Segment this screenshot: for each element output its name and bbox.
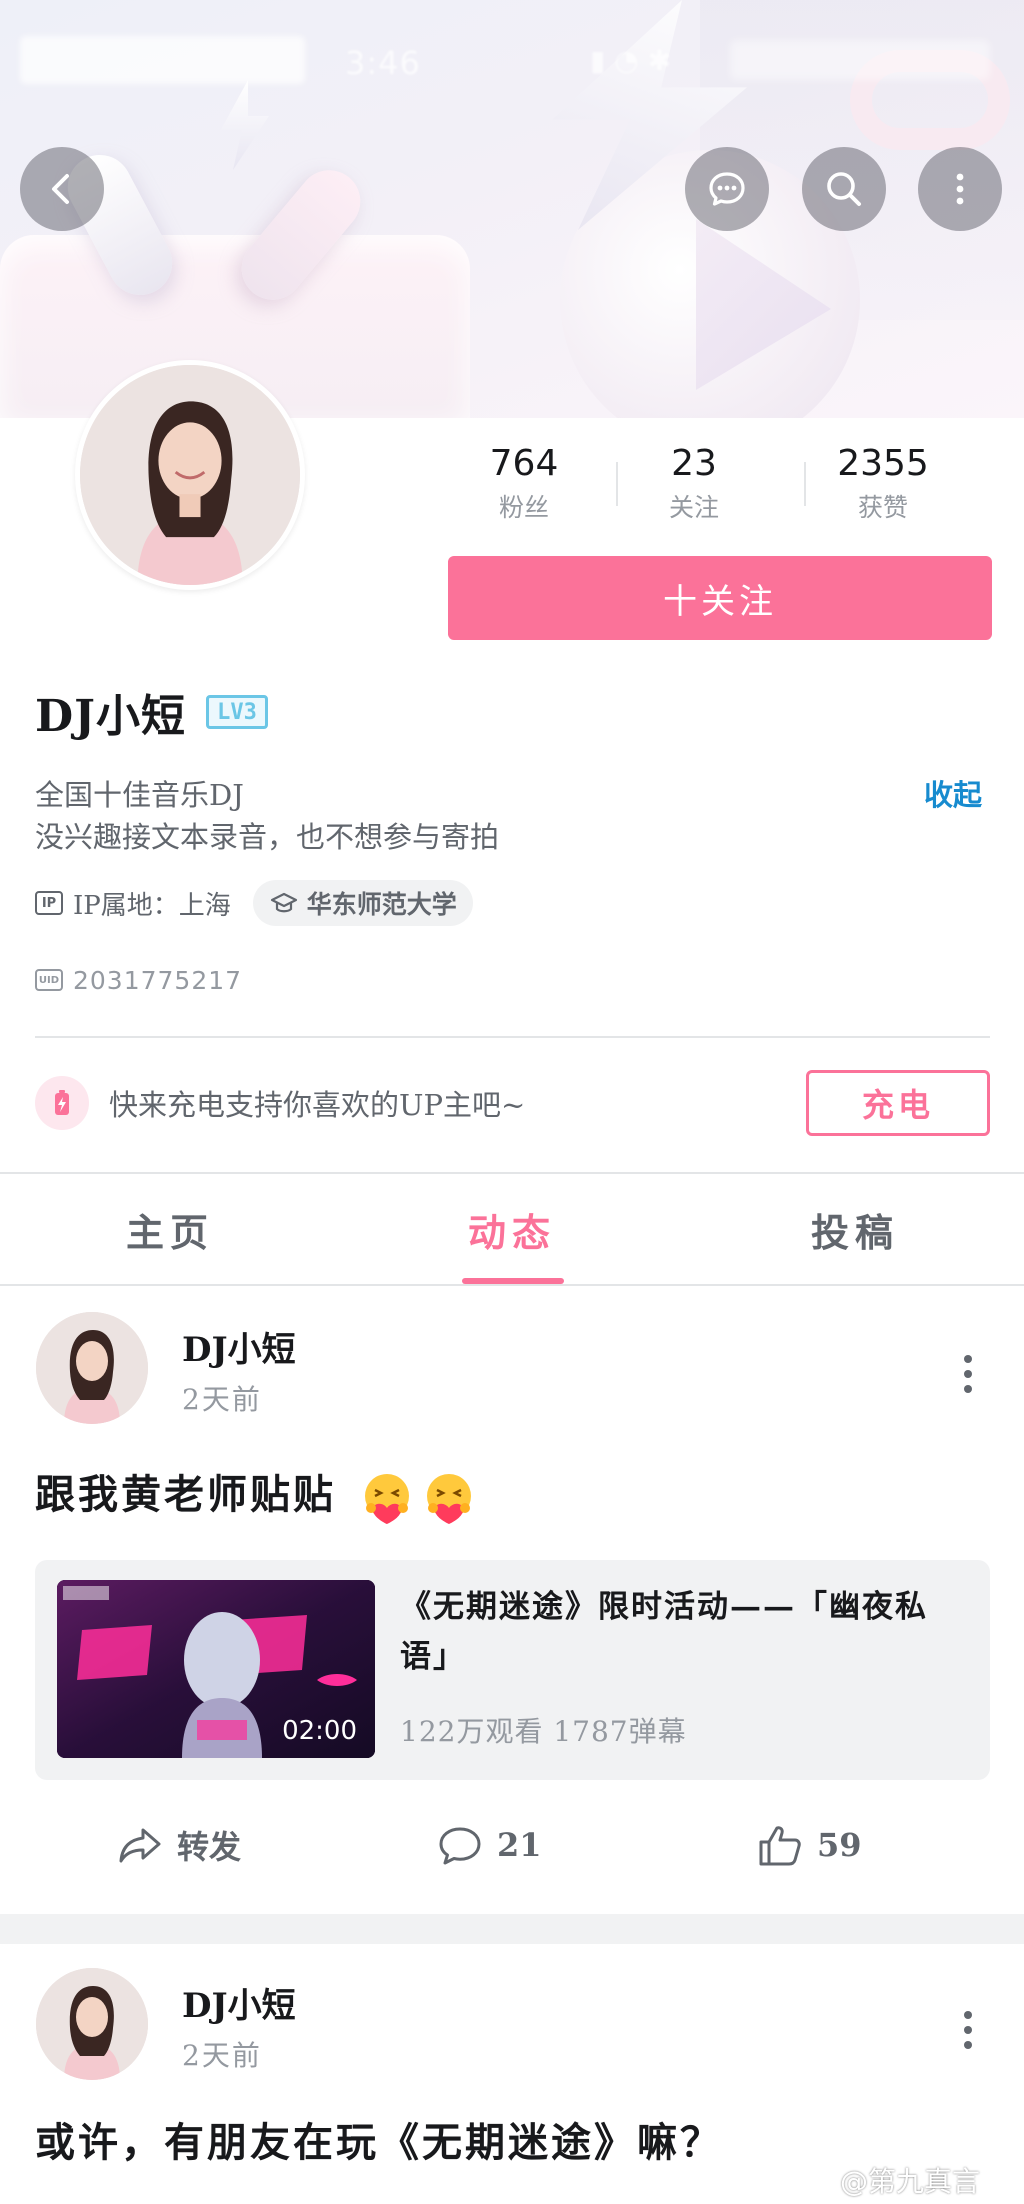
post-more-button[interactable] <box>948 1344 988 1404</box>
post-time: 2天前 <box>182 2039 262 2072</box>
chevron-left-icon <box>52 174 69 204</box>
status-time: 3:46 <box>345 44 421 82</box>
dot <box>964 1355 972 1363</box>
back-button[interactable] <box>20 147 104 231</box>
ip-location: IP属地：上海 <box>73 890 231 921</box>
school-name: 华东师范大学 <box>306 890 457 919</box>
stat-divider <box>804 462 806 506</box>
profile-avatar[interactable] <box>75 360 305 590</box>
school-tag[interactable]: 华东师范大学 <box>252 880 473 926</box>
post-more-button[interactable] <box>948 2000 988 2060</box>
avatar-image <box>80 365 300 585</box>
status-blurred-area <box>20 36 305 84</box>
post-author-avatar[interactable] <box>36 1312 148 1424</box>
status-bar: 3:46 ▮ ◔ ✱ <box>0 0 1024 130</box>
post-text-content: 跟我黄老师贴贴 <box>35 1471 336 1518</box>
thumbs-up-icon <box>759 1826 801 1866</box>
post-author-name[interactable]: DJ小短 <box>182 1322 296 1371</box>
chat-bubble-icon <box>709 172 745 206</box>
charge-row: 快来充电支持你喜欢的UP主吧~ 充电 <box>35 1068 990 1138</box>
post-author-name[interactable]: DJ小短 <box>182 1978 296 2027</box>
like-count: 59 <box>817 1826 862 1864</box>
video-duration: 02:00 <box>282 1716 357 1746</box>
following-label: 关注 <box>668 493 719 522</box>
tab-dynamics[interactable]: 动态 <box>412 1174 612 1284</box>
fans-label: 粉丝 <box>498 493 549 522</box>
tab-uploads[interactable]: 投稿 <box>755 1174 955 1284</box>
fans-count: 764 <box>489 443 559 484</box>
post-author-avatar[interactable] <box>36 1968 148 2080</box>
dot <box>964 1370 972 1378</box>
video-thumbnail[interactable]: 02:00 <box>57 1580 375 1758</box>
comment-icon <box>439 1827 481 1865</box>
following-stat[interactable]: 23 关注 <box>600 440 788 540</box>
divider <box>0 1284 1024 1286</box>
status-icons: ▮ ◔ ✱ <box>590 44 672 77</box>
profile-bio: 全国十佳音乐DJ 没兴趣接文本录音，也不想参与寄拍 <box>35 774 855 858</box>
name-row: DJ小短 LV3 <box>35 682 268 742</box>
uid-row[interactable]: UID 2031775217 <box>35 962 242 998</box>
profile-stats: 764 粉丝 23 关注 2355 获赞 <box>448 440 992 540</box>
profile-tabs: 主页 动态 投稿 <box>0 1174 1024 1284</box>
post-actions: 转发 21 59 <box>0 1810 1024 1880</box>
section-gap <box>0 1914 1024 1944</box>
comment-count: 21 <box>497 1826 542 1864</box>
ip-icon: IP <box>35 891 63 915</box>
share-arrow-icon <box>119 1828 161 1863</box>
charge-button[interactable]: 充电 <box>806 1070 990 1136</box>
dot <box>964 1385 972 1393</box>
divider <box>35 1036 990 1038</box>
avatar-image <box>36 1312 148 1424</box>
follow-button[interactable]: 十关注 <box>448 556 992 640</box>
more-options-button[interactable] <box>918 147 1002 231</box>
charge-prompt: 快来充电支持你喜欢的UP主吧~ <box>109 1088 526 1122</box>
graduation-cap-icon <box>270 892 297 913</box>
likes-stat[interactable]: 2355 获赞 <box>788 440 978 540</box>
search-button[interactable] <box>802 147 886 231</box>
post-time: 2天前 <box>182 1383 262 1416</box>
uid-icon: UID <box>35 969 63 991</box>
repost-label: 转发 <box>177 1828 242 1866</box>
video-card[interactable]: 02:00 《无期迷途》限时活动——「幽夜私语」 122万观看 1787弹幕 <box>35 1560 990 1780</box>
like-button[interactable]: 59 <box>755 1810 862 1880</box>
watermark: @第九真言 <box>840 2165 981 2198</box>
video-title[interactable]: 《无期迷途》限时活动——「幽夜私语」 <box>400 1582 970 1682</box>
battery-charge-icon <box>35 1076 89 1130</box>
meta-row: IP IP属地：上海 华东师范大学 <box>35 880 473 926</box>
likes-count: 2355 <box>837 443 929 484</box>
bio-line: 没兴趣接文本录音，也不想参与寄拍 <box>35 820 500 854</box>
avatar-image <box>36 1968 148 2080</box>
likes-label: 获赞 <box>857 493 908 522</box>
dot <box>964 2011 972 2019</box>
hugging-face-emoji-icon <box>364 1474 409 1524</box>
video-stats: 122万观看 1787弹幕 <box>400 1715 687 1748</box>
more-vertical-icon <box>956 173 964 205</box>
hugging-face-emoji-icon <box>426 1474 471 1524</box>
comment-button[interactable]: 21 <box>435 1810 542 1880</box>
following-count: 23 <box>671 443 717 484</box>
dot <box>964 2026 972 2034</box>
dot <box>964 2041 972 2049</box>
stat-divider <box>616 462 618 506</box>
search-icon <box>827 172 861 206</box>
bio-line: 全国十佳音乐DJ <box>35 778 244 812</box>
fans-stat[interactable]: 764 粉丝 <box>448 440 600 540</box>
collapse-link[interactable]: 收起 <box>924 774 982 816</box>
repost-button[interactable]: 转发 <box>115 1810 241 1880</box>
username: DJ小短 <box>35 691 186 742</box>
uid-value: 2031775217 <box>73 965 243 995</box>
tab-home[interactable]: 主页 <box>70 1174 270 1284</box>
status-blurred-area <box>730 40 990 80</box>
post-text: 跟我黄老师贴贴 <box>35 1462 477 1526</box>
post-text: 或许，有朋友在玩《无期迷途》嘛？ <box>35 2119 723 2166</box>
message-button[interactable] <box>685 147 769 231</box>
level-badge: LV3 <box>205 695 268 729</box>
